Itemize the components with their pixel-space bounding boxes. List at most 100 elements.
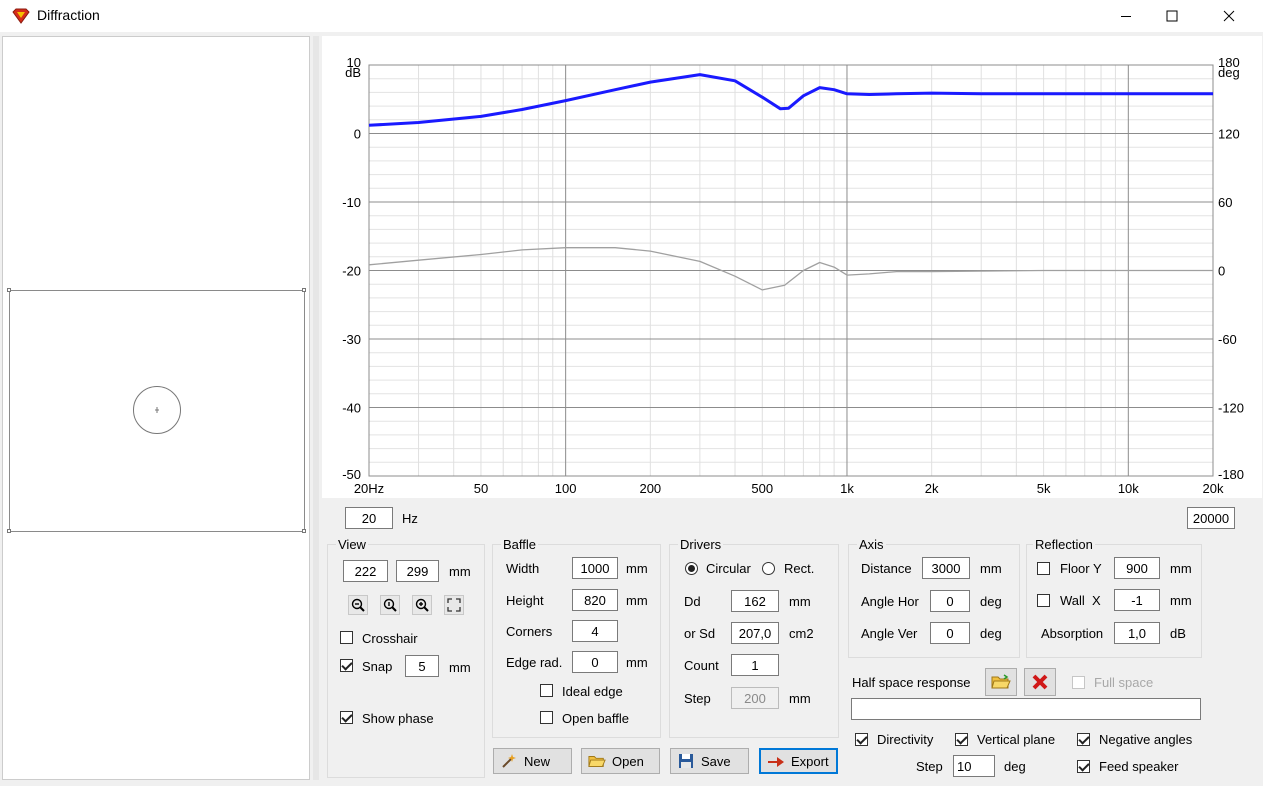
frequency-response-chart[interactable]: 10 0 -10 -20 -30 -40 -50 dB 180 120 60 0 -60 -120 -180… [322, 36, 1262, 498]
view-x-input[interactable]: 222 [343, 560, 388, 582]
phase-series-line [368, 247, 1213, 291]
half-space-path-field[interactable] [851, 698, 1201, 720]
snap-input[interactable]: 5 [405, 655, 439, 677]
close-icon [1223, 10, 1235, 22]
floor-label: Floor Y [1060, 561, 1102, 576]
min-frequency-input[interactable]: 20 [345, 507, 393, 529]
x-tick-label: 1k [840, 481, 854, 496]
save-button[interactable]: Save [670, 748, 749, 774]
sd-label: or Sd [684, 626, 716, 641]
absorption-input[interactable]: 1,0 [1114, 622, 1160, 644]
export-button[interactable]: Export [759, 748, 838, 774]
snap-checkbox[interactable] [340, 659, 353, 672]
show-phase-checkbox[interactable] [340, 711, 353, 724]
height-unit: mm [626, 593, 648, 608]
full-space-checkbox [1072, 676, 1085, 689]
splitter[interactable] [313, 36, 319, 780]
baffle-group-title: Baffle [501, 537, 539, 552]
view-group-title: View [336, 537, 368, 552]
fit-view-button[interactable] [444, 595, 464, 615]
directivity-step-input[interactable]: 10 [953, 755, 995, 777]
count-input[interactable]: 1 [731, 654, 779, 676]
title-bar: Diffraction [0, 0, 1263, 32]
width-label: Width [506, 561, 540, 576]
rect-radio[interactable] [762, 562, 775, 575]
floor-checkbox[interactable] [1037, 562, 1050, 575]
rect-label: Rect. [784, 561, 815, 576]
height-label: Height [506, 593, 544, 608]
max-frequency-input[interactable]: 20000 [1187, 507, 1235, 529]
width-input[interactable]: 1000 [572, 557, 618, 579]
directivity-step-unit: deg [1004, 759, 1026, 774]
crosshair-checkbox[interactable] [340, 631, 353, 644]
step-input: 200 [731, 687, 779, 709]
close-button[interactable] [1206, 0, 1252, 32]
window-title: Diffraction [37, 7, 100, 23]
drivers-group-title: Drivers [678, 537, 724, 552]
feed-speaker-label: Feed speaker [1099, 759, 1179, 774]
view-y-input[interactable]: 299 [396, 560, 439, 582]
width-unit: mm [626, 561, 648, 576]
y-tick-label-right: 0 [1218, 264, 1225, 279]
zoom-in-button[interactable] [412, 595, 432, 615]
min-frequency-unit: Hz [402, 511, 418, 526]
feed-speaker-checkbox[interactable] [1077, 760, 1090, 773]
floor-input[interactable]: 900 [1114, 557, 1160, 579]
step-label: Step [684, 691, 711, 706]
vertical-plane-checkbox[interactable] [955, 733, 968, 746]
crosshair-label: Crosshair [362, 631, 418, 646]
resize-handle[interactable] [302, 288, 306, 292]
angle-hor-unit: deg [980, 594, 1002, 609]
snap-unit: mm [449, 660, 471, 675]
wall-checkbox[interactable] [1037, 594, 1050, 607]
floppy-disk-icon [679, 754, 693, 768]
dd-input[interactable]: 162 [731, 590, 779, 612]
corners-input[interactable]: 4 [572, 620, 618, 642]
y-tick-label-left: -30 [342, 332, 361, 347]
dd-label: Dd [684, 594, 701, 609]
circular-radio[interactable] [685, 562, 698, 575]
resize-handle[interactable] [302, 529, 306, 533]
edge-radius-label: Edge rad. [506, 655, 563, 670]
resize-handle[interactable] [7, 529, 11, 533]
y-tick-label-left: -40 [342, 401, 361, 416]
distance-input[interactable]: 3000 [922, 557, 970, 579]
open-button[interactable]: Open [581, 748, 660, 774]
wall-input[interactable]: -1 [1114, 589, 1160, 611]
distance-unit: mm [980, 561, 1002, 576]
x-tick-label: 2k [925, 481, 939, 496]
zoom-out-icon [351, 598, 365, 612]
resize-handle[interactable] [7, 288, 11, 292]
minimize-button[interactable] [1103, 0, 1149, 32]
y-tick-label-right: -180 [1218, 467, 1244, 482]
half-space-label: Half space response [852, 675, 971, 690]
open-button-label: Open [612, 753, 644, 769]
zoom-reset-icon [383, 598, 397, 612]
full-space-label: Full space [1094, 675, 1154, 690]
zoom-reset-button[interactable] [380, 595, 400, 615]
open-baffle-checkbox[interactable] [540, 711, 553, 724]
angle-ver-input[interactable]: 0 [930, 622, 970, 644]
load-half-space-button[interactable] [985, 668, 1017, 696]
directivity-checkbox[interactable] [855, 733, 868, 746]
chart-svg: 100-10-20-30-40-50dB180120600-60-120-180… [342, 55, 1244, 496]
x-tick-label: 5k [1037, 481, 1051, 496]
ideal-edge-label: Ideal edge [562, 684, 623, 699]
absorption-label: Absorption [1041, 626, 1104, 641]
edge-radius-input[interactable]: 0 [572, 651, 618, 673]
clear-half-space-button[interactable] [1024, 668, 1056, 696]
directivity-step-label: Step [916, 759, 943, 774]
export-arrow-icon [768, 757, 784, 767]
new-button[interactable]: New [493, 748, 572, 774]
y-tick-label-right: -120 [1218, 401, 1244, 416]
maximize-button[interactable] [1149, 0, 1195, 32]
negative-angles-label: Negative angles [1099, 732, 1193, 747]
angle-hor-input[interactable]: 0 [930, 590, 970, 612]
ideal-edge-checkbox[interactable] [540, 684, 553, 697]
y-axis-unit-right: deg [1218, 65, 1240, 80]
negative-angles-checkbox[interactable] [1077, 733, 1090, 746]
y-tick-label-left: -50 [342, 467, 361, 482]
zoom-out-button[interactable] [348, 595, 368, 615]
sd-input[interactable]: 207,0 [731, 622, 779, 644]
height-input[interactable]: 820 [572, 589, 618, 611]
